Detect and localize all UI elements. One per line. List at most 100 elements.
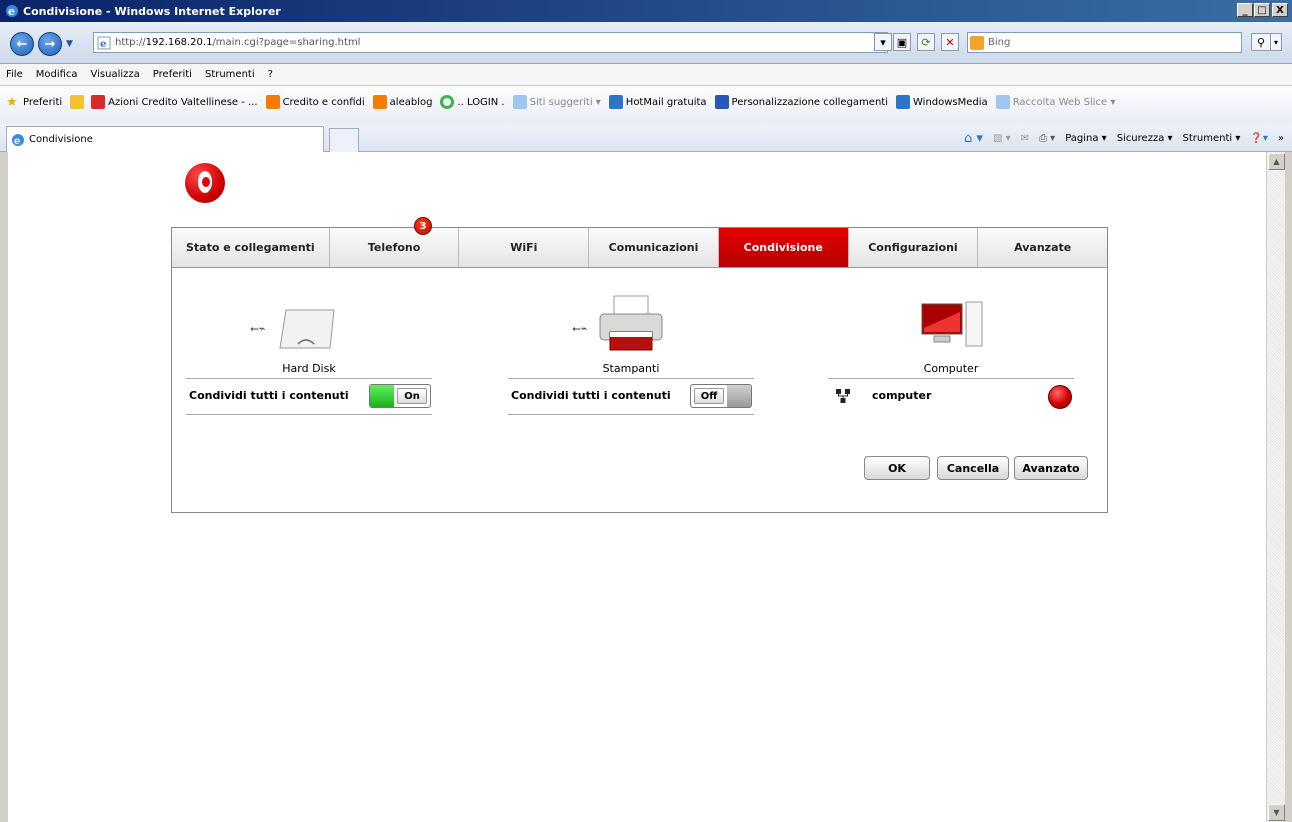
ie-icon <box>512 95 527 109</box>
mail-icon[interactable]: ✉ <box>1021 133 1029 144</box>
ie-icon <box>608 95 623 109</box>
maximize-button[interactable]: □ <box>1254 3 1270 17</box>
computer-icon <box>921 301 983 347</box>
svg-text:e: e <box>8 5 15 18</box>
favorite-item-windowsmedia[interactable]: WindowsMedia <box>896 95 988 109</box>
favorite-item-hotmail[interactable]: HotMail gratuita <box>608 95 707 109</box>
menu-preferiti[interactable]: Preferiti <box>153 69 192 80</box>
tab-comunicazioni[interactable]: Comunicazioni <box>589 228 719 267</box>
forward-button[interactable]: → <box>38 32 62 56</box>
fav-label: WindowsMedia <box>913 96 988 108</box>
print-icon[interactable]: ⎙ ▾ <box>1039 133 1055 144</box>
scroll-down-arrow[interactable]: ▼ <box>1268 804 1285 821</box>
search-options-icon[interactable]: ▾ <box>1270 33 1282 51</box>
menu-visualizza[interactable]: Visualizza <box>91 69 140 80</box>
fav-label: Credito e confidi <box>282 96 365 108</box>
msn-icon <box>714 95 729 109</box>
help-icon[interactable]: ❓▾ <box>1250 133 1267 144</box>
search-button[interactable]: ⚲ <box>1251 33 1271 51</box>
address-bar-area: ← → ▼ e http://192.168.20.1/main.cgi?pag… <box>0 22 1292 64</box>
network-icon <box>836 389 850 403</box>
search-input[interactable]: Bing <box>967 32 1242 53</box>
hard-disk-share-toggle[interactable]: On <box>369 384 431 408</box>
computer-label: Computer <box>923 362 979 375</box>
more-commands-icon[interactable]: » <box>1278 133 1284 144</box>
favorite-item-personalizzazione[interactable]: Personalizzazione collegamenti <box>714 95 888 109</box>
address-url: http://192.168.20.1/main.cgi?page=sharin… <box>115 37 361 48</box>
hard-disk-icon <box>279 309 335 349</box>
add-favorite-icon[interactable] <box>70 95 87 109</box>
page-icon: e <box>97 36 111 50</box>
scroll-up-arrow[interactable]: ▲ <box>1268 153 1285 170</box>
tab-title: Condivisione <box>29 134 93 145</box>
divider <box>186 378 432 379</box>
favorite-item-azioni[interactable]: Azioni Credito Valtellinese - ... <box>91 95 258 109</box>
favorite-item-aleablog[interactable]: aleablog <box>372 95 433 109</box>
tab-avanzate[interactable]: Avanzate <box>978 228 1108 267</box>
favorite-item-web-slice[interactable]: Raccolta Web Slice ▾ <box>995 95 1116 109</box>
fav-label: aleablog <box>389 96 433 108</box>
window-border-left <box>0 152 8 822</box>
menu-strumenti[interactable]: Strumenti <box>205 69 255 80</box>
toggle-label: On <box>397 388 427 404</box>
ok-button[interactable]: OK <box>864 456 930 480</box>
favorite-item-login[interactable]: .. LOGIN . <box>440 95 505 109</box>
ie-icon <box>896 95 910 109</box>
divider <box>508 378 754 379</box>
menu-modifica[interactable]: Modifica <box>36 69 78 80</box>
divider <box>186 414 432 415</box>
share-all-label-hdd: Condividi tutti i contenuti <box>189 389 349 402</box>
feeds-icon[interactable]: ▧ ▾ <box>993 133 1011 144</box>
page-menu[interactable]: Pagina ▾ <box>1065 133 1107 144</box>
tab-telefono[interactable]: Telefono <box>329 228 460 267</box>
share-all-label-printers: Condividi tutti i contenuti <box>511 389 671 402</box>
close-window-button[interactable]: X <box>1272 3 1288 17</box>
menu-bar: File Modifica Visualizza Preferiti Strum… <box>0 64 1292 86</box>
address-input[interactable]: e http://192.168.20.1/main.cgi?page=shar… <box>93 32 888 53</box>
fav-icon <box>91 95 106 109</box>
ie-icon: e <box>12 133 24 147</box>
computer-name: computer <box>872 389 932 402</box>
tab-configurazioni[interactable]: Configurazioni <box>848 228 979 267</box>
minimize-button[interactable]: _ <box>1237 3 1253 17</box>
usb-icon: ⭠⌁ <box>250 322 266 335</box>
refresh-icon[interactable]: ⟳ <box>917 33 935 51</box>
usb-icon: ⭠⌁ <box>572 322 588 335</box>
printer-icon <box>599 295 663 351</box>
home-icon[interactable]: ⌂ ▾ <box>964 131 983 146</box>
fav-label: Azioni Credito Valtellinese - ... <box>108 96 258 108</box>
address-dropdown-button[interactable]: ▾ <box>874 33 892 51</box>
tab-condivisione[interactable]: e Condivisione <box>6 126 324 152</box>
window-title-bar: e Condivisione - Windows Internet Explor… <box>0 0 1292 22</box>
new-tab-button[interactable] <box>329 128 359 152</box>
ie-icon <box>995 95 1010 109</box>
tab-stato-collegamenti[interactable]: Stato e collegamenti <box>172 228 330 267</box>
menu-file[interactable]: File <box>6 69 23 80</box>
tools-menu[interactable]: Strumenti ▾ <box>1183 133 1241 144</box>
compatibility-view-icon[interactable]: ▣ <box>893 33 911 51</box>
vertical-scrollbar[interactable]: ▲ ▼ <box>1266 152 1285 822</box>
tab-condivisione[interactable]: Condivisione <box>718 228 849 267</box>
cancel-button[interactable]: Cancella <box>937 456 1009 480</box>
stop-icon[interactable]: ✕ <box>941 33 959 51</box>
back-button[interactable]: ← <box>10 32 34 56</box>
history-dropdown-icon[interactable]: ▼ <box>66 39 73 49</box>
printers-share-toggle[interactable]: Off <box>690 384 752 408</box>
tab-wifi[interactable]: WiFi <box>459 228 590 267</box>
favorites-bar: ★ Preferiti Azioni Credito Valtellinese … <box>0 86 1292 124</box>
menu-help[interactable]: ? <box>268 69 273 80</box>
favorites-button[interactable]: ★ Preferiti <box>6 95 62 110</box>
blogger-icon <box>372 95 387 109</box>
favorite-item-siti-suggeriti[interactable]: Siti suggeriti ▾ <box>512 95 601 109</box>
favorite-item-credito[interactable]: Credito e confidi <box>265 95 365 109</box>
security-menu[interactable]: Sicurezza ▾ <box>1117 133 1173 144</box>
window-title: Condivisione - Windows Internet Explorer <box>23 4 281 18</box>
sharing-panel: Stato e collegamenti Telefono WiFi Comun… <box>171 217 1108 513</box>
divider <box>508 414 754 415</box>
router-nav-tabs: Stato e collegamenti Telefono WiFi Comun… <box>172 228 1108 268</box>
fav-label: Raccolta Web Slice ▾ <box>1012 96 1116 108</box>
connection-status-indicator <box>1048 385 1072 409</box>
svg-text:e: e <box>100 39 106 50</box>
notification-badge: 3 <box>414 217 432 235</box>
advanced-button[interactable]: Avanzato <box>1014 456 1088 480</box>
